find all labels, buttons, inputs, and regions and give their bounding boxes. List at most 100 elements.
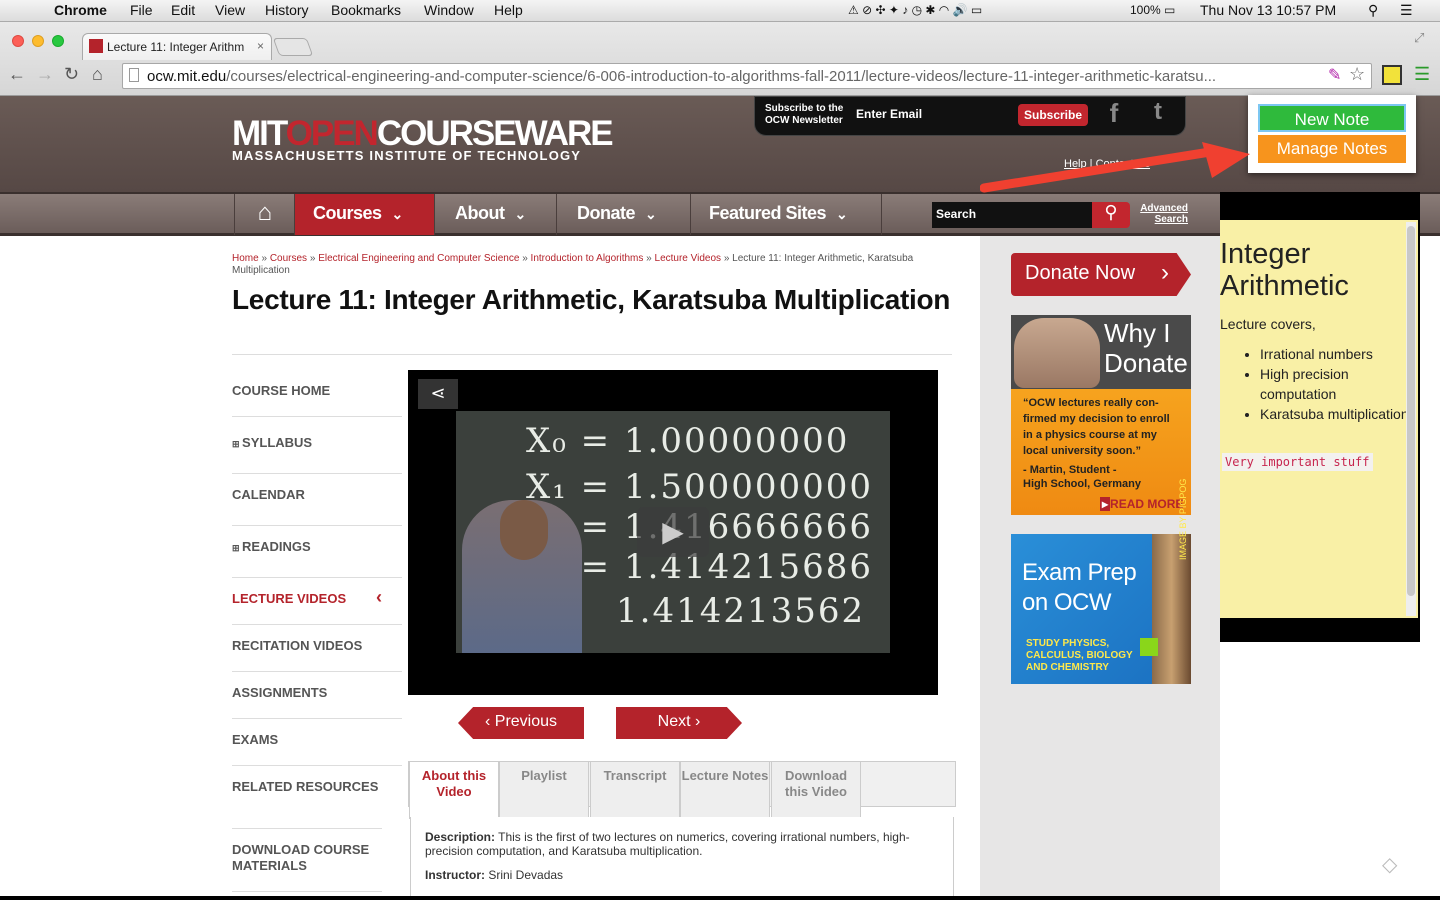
close-window-button[interactable] <box>12 35 24 47</box>
tab-lecture-notes[interactable]: Lecture Notes <box>680 761 770 818</box>
sidebar-item-download-materials[interactable]: DOWNLOAD COURSE MATERIALS <box>232 842 382 892</box>
tab-about-video[interactable]: About this Video <box>409 761 499 819</box>
email-input[interactable]: Enter Email <box>852 103 1012 127</box>
menu-help[interactable]: Help <box>494 2 523 18</box>
breadcrumb: Home » Courses » Electrical Engineering … <box>232 253 914 276</box>
nav-home-icon[interactable]: ⌂ <box>234 194 294 235</box>
spotlight-icon[interactable]: ⚲ <box>1368 2 1378 19</box>
sidebar-item-lecture-videos[interactable]: LECTURE VIDEOS ‹ <box>232 588 402 625</box>
sticky-note[interactable]: Integer Arithmetic Lecture covers, Irrat… <box>1220 220 1418 618</box>
search-input[interactable]: Search <box>932 202 1092 228</box>
advanced-search-link[interactable]: Advanced Search <box>1138 203 1188 225</box>
previous-label: Previous <box>494 713 558 730</box>
subscribe-button[interactable]: Subscribe <box>1018 104 1088 126</box>
sidebar-label: LECTURE VIDEOS <box>232 591 347 606</box>
description-label: Description: <box>425 830 496 844</box>
notification-center-icon[interactable]: ☰ <box>1400 2 1413 19</box>
browser-tab[interactable]: Lecture 11: Integer Arithm × <box>82 33 272 60</box>
back-icon[interactable]: ← <box>8 64 26 85</box>
sidebar-item-calendar[interactable]: CALENDAR <box>232 487 402 526</box>
menu-view[interactable]: View <box>215 2 245 18</box>
expand-icon: ⊞ <box>232 543 243 553</box>
chevron-down-icon: ⌄ <box>514 206 526 222</box>
description-text: This is the first of two lectures on num… <box>425 830 910 858</box>
nav-donate[interactable]: Donate ⌄ <box>556 194 690 235</box>
nav-about[interactable]: About ⌄ <box>434 194 556 235</box>
menu-edit[interactable]: Edit <box>171 2 195 18</box>
menu-app-name[interactable]: Chrome <box>54 2 107 18</box>
play-icon[interactable]: ▶ <box>637 507 709 557</box>
menu-bookmarks[interactable]: Bookmarks <box>331 2 401 18</box>
chalk-line: X₀ = 1.00000000 <box>526 421 850 461</box>
instructor-label: Instructor: <box>425 868 485 882</box>
clock[interactable]: Thu Nov 13 10:57 PM <box>1200 2 1336 18</box>
home-icon[interactable]: ⌂ <box>92 64 103 85</box>
menu-history[interactable]: History <box>265 2 309 18</box>
sidebar-item-exams[interactable]: EXAMS <box>232 732 402 766</box>
sidebar-item-readings[interactable]: ⊞ READINGS <box>232 539 402 578</box>
tab-title: Lecture 11: Integer Arithm <box>107 40 245 54</box>
zoom-window-button[interactable] <box>52 35 64 47</box>
nav-donate-label: Donate <box>577 203 636 223</box>
chevron-down-icon: ⌄ <box>836 206 848 222</box>
tab-download-video[interactable]: Download this Video <box>771 761 861 818</box>
next-button[interactable]: Next › <box>616 707 742 739</box>
crumb-videos[interactable]: Lecture Videos <box>655 253 722 264</box>
search-icon[interactable]: ⚲ <box>1092 202 1130 228</box>
facebook-icon[interactable]: f <box>1096 98 1132 130</box>
sidebar-item-assignments[interactable]: ASSIGNMENTS <box>232 685 402 719</box>
share-icon[interactable]: ⋖ <box>418 379 458 409</box>
battery-percent[interactable]: 100% <box>1130 3 1161 17</box>
manage-notes-button[interactable]: Manage Notes <box>1258 135 1406 163</box>
previous-button[interactable]: ‹ Previous <box>458 707 584 739</box>
nav-featured-sites[interactable]: Featured Sites ⌄ <box>690 194 882 235</box>
crumb-course[interactable]: Introduction to Algorithms <box>531 253 644 264</box>
tab-transcript[interactable]: Transcript <box>590 761 680 818</box>
read-more-label: READ MORE <box>1110 497 1184 511</box>
arrow-box-icon <box>1140 638 1158 656</box>
forward-icon[interactable]: → <box>36 64 54 85</box>
minimize-window-button[interactable] <box>32 35 44 47</box>
chevron-down-icon: ⌄ <box>391 206 404 222</box>
tab-playlist[interactable]: Playlist <box>499 761 589 818</box>
tag-icon[interactable]: ◇ <box>1382 852 1397 877</box>
sidebar-label: SYLLABUS <box>242 435 313 450</box>
sidebar-item-syllabus[interactable]: ⊞ SYLLABUS <box>232 435 402 474</box>
crumb-eecs[interactable]: Electrical Engineering and Computer Scie… <box>318 253 519 264</box>
crumb-courses[interactable]: Courses <box>270 253 307 264</box>
quote-author: - Martin, Student - High School, Germany <box>1023 464 1141 490</box>
menu-window[interactable]: Window <box>424 2 474 18</box>
battery-icon[interactable]: ▭ <box>1164 3 1175 17</box>
sidebar-item-related-resources[interactable]: RELATED RESOURCES <box>232 779 382 829</box>
status-icons[interactable]: ⚠ ⊘ ✣ ✦ ♪ ◷ ✱ ◠ 🔊 ▭ <box>848 3 982 17</box>
exam-prep-subtitle: STUDY PHYSICS, CALCULUS, BIOLOGY AND CHE… <box>1026 638 1133 673</box>
close-tab-icon[interactable]: × <box>257 39 264 53</box>
divider <box>232 354 952 355</box>
menu-file[interactable]: File <box>130 2 153 18</box>
chrome-menu-icon[interactable]: ☰ <box>1414 64 1430 85</box>
twitter-icon[interactable]: t <box>1140 98 1176 130</box>
url-path: /courses/electrical-engineering-and-comp… <box>226 68 1217 85</box>
sidebar-item-course-home[interactable]: COURSE HOME <box>232 383 402 417</box>
address-bar[interactable]: ocw.mit.edu/courses/electrical-engineeri… <box>122 63 1372 89</box>
newsletter-label: Subscribe to the OCW Newsletter <box>765 103 844 126</box>
crumb-home[interactable]: Home <box>232 253 259 264</box>
bookmark-star-icon[interactable]: ☆ <box>1349 64 1365 85</box>
new-tab-button[interactable] <box>272 38 314 56</box>
mac-menubar: Chrome File Edit View History Bookmarks … <box>0 0 1440 22</box>
donate-now-button[interactable]: Donate Now › <box>1011 253 1191 296</box>
sidebar-item-recitation-videos[interactable]: RECITATION VIDEOS <box>232 638 402 672</box>
new-note-button[interactable]: New Note <box>1258 104 1406 132</box>
page-icon <box>129 68 139 82</box>
read-more-link[interactable]: ▸ READ MORE <box>1100 497 1183 511</box>
why-donate-title: Why I Donate <box>1104 318 1188 378</box>
expand-icon: ⊞ <box>232 439 243 449</box>
nav-about-label: About <box>455 203 505 223</box>
reload-icon[interactable]: ↻ <box>64 64 79 85</box>
nav-courses[interactable]: Courses ⌄ <box>294 194 434 235</box>
note-scrollbar-thumb[interactable] <box>1407 226 1415 596</box>
fullscreen-icon[interactable]: ⤢ <box>1414 30 1424 46</box>
lecturer-head <box>500 500 548 560</box>
feather-extension-icon[interactable]: ✎ <box>1328 65 1341 85</box>
notes-extension-icon[interactable] <box>1382 65 1402 85</box>
